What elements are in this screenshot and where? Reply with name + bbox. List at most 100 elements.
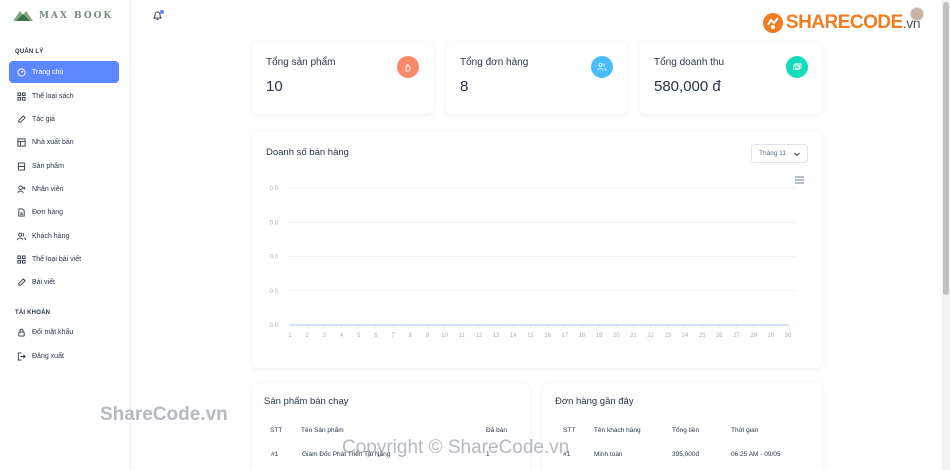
sidebar-item-publishers[interactable]: Nhà xuất bản bbox=[9, 131, 119, 153]
page-scrollbar[interactable] bbox=[942, 0, 950, 470]
sidebar-item-label: Trang chủ bbox=[32, 68, 64, 76]
x-tick-label: 15 bbox=[527, 333, 534, 339]
sidebar-item-home[interactable]: Trang chủ bbox=[9, 61, 119, 83]
sidebar-item-label: Sản phẩm bbox=[32, 162, 64, 170]
pencil-icon bbox=[16, 114, 26, 124]
sidebar-item-authors[interactable]: Tác giả bbox=[9, 108, 119, 130]
x-tick-label: 19 bbox=[596, 333, 603, 339]
stat-title: Tổng sản phẩm bbox=[266, 57, 336, 68]
x-tick-label: 4 bbox=[340, 333, 344, 339]
brand-name: SHARECODE bbox=[785, 12, 903, 33]
sales-line-chart: 0.00.00.00.00.01 2 3 4 5 6 7 8 9 10 11 12 13 14 15 16 17… bbox=[270, 186, 795, 339]
x-tick-label: 16 bbox=[544, 333, 551, 339]
book-logo-icon bbox=[13, 11, 33, 21]
logout-icon bbox=[16, 351, 26, 361]
sharecode-brand-logo: SHARECODE.vn bbox=[762, 12, 921, 34]
stat-value: 580,000 đ bbox=[654, 78, 721, 95]
stat-card-products: Tổng sản phẩm 10 bbox=[252, 42, 433, 114]
sidebar-item-label: Khách hàng bbox=[32, 232, 70, 240]
money-icon bbox=[786, 56, 808, 78]
sidebar-item-post-categories[interactable]: Thể loại bài viết bbox=[9, 248, 119, 270]
sidebar-item-label: Đổi mật khẩu bbox=[32, 328, 74, 336]
x-tick-label: 20 bbox=[613, 333, 620, 339]
y-tick-label: 0.0 bbox=[270, 289, 279, 295]
users-icon bbox=[591, 56, 613, 78]
x-tick-label: 17 bbox=[561, 333, 568, 339]
best-sellers-title: Sản phẩm bán chạy bbox=[264, 396, 349, 407]
sidebar-item-label: Nhân viên bbox=[32, 185, 64, 193]
sidebar-item-label: Nhà xuất bản bbox=[32, 138, 74, 146]
stat-card-orders: Tổng đơn hàng 8 bbox=[446, 42, 627, 114]
x-tick-label: 22 bbox=[647, 333, 654, 339]
x-tick-label: 3 bbox=[323, 333, 327, 339]
users-icon bbox=[16, 231, 26, 241]
sidebar-item-change-password[interactable]: Đổi mật khẩu bbox=[9, 321, 119, 343]
recent-orders-card: Đơn hàng gần đây STT Tên khách hàng Tổng… bbox=[543, 383, 822, 470]
watermark-copyright: Copyright © ShareCode.vn bbox=[342, 437, 570, 458]
x-tick-label: 25 bbox=[699, 333, 706, 339]
x-tick-label: 23 bbox=[664, 333, 671, 339]
stat-title: Tổng đơn hàng bbox=[460, 57, 529, 68]
sidebar-item-customers[interactable]: Khách hàng bbox=[9, 225, 119, 247]
grid-icon bbox=[16, 91, 26, 101]
column-header: Thời gian bbox=[731, 427, 759, 434]
x-tick-label: 29 bbox=[767, 333, 774, 339]
grid-icon bbox=[16, 254, 26, 264]
logo-text: MAX BOOK bbox=[39, 11, 114, 21]
stat-title: Tổng doanh thu bbox=[654, 57, 725, 68]
y-tick-label: 0.0 bbox=[270, 186, 279, 192]
x-tick-label: 2 bbox=[306, 333, 310, 339]
x-tick-label: 8 bbox=[409, 333, 413, 339]
box-icon bbox=[16, 161, 26, 171]
sidebar-item-book-categories[interactable]: Thể loại sách bbox=[9, 85, 119, 107]
stat-card-revenue: Tổng doanh thu 580,000 đ bbox=[640, 42, 822, 114]
column-header: STT bbox=[563, 427, 576, 434]
notification-bell[interactable] bbox=[152, 10, 164, 22]
table-icon bbox=[16, 137, 26, 147]
column-header: STT bbox=[270, 427, 283, 434]
x-tick-label: 28 bbox=[750, 333, 757, 339]
y-tick-label: 0.0 bbox=[270, 323, 279, 329]
table-cell: Minh toàn bbox=[594, 451, 623, 458]
logo[interactable]: MAX BOOK bbox=[12, 8, 113, 24]
y-tick-label: 0.0 bbox=[270, 220, 279, 226]
x-tick-label: 9 bbox=[426, 333, 430, 339]
table-cell: 06:25 AM - 09/05 bbox=[731, 451, 781, 458]
notification-dot bbox=[160, 10, 164, 14]
sidebar-item-label: Thể loại bài viết bbox=[32, 255, 82, 263]
sidebar-item-label: Đơn hàng bbox=[32, 208, 64, 216]
user-plus-icon bbox=[16, 184, 26, 194]
stat-value: 10 bbox=[266, 78, 283, 95]
sidebar: MAX BOOK QUẢN LÝ Trang chủ Thể loại sách… bbox=[0, 0, 131, 470]
x-tick-label: 12 bbox=[476, 333, 483, 339]
sidebar-item-logout[interactable]: Đăng xuất bbox=[9, 345, 119, 367]
x-tick-label: 5 bbox=[357, 333, 361, 339]
section-manage-label: QUẢN LÝ bbox=[15, 49, 44, 55]
sidebar-item-staff[interactable]: Nhân viên bbox=[9, 178, 119, 200]
sidebar-item-orders[interactable]: Đơn hàng bbox=[9, 201, 119, 223]
table-cell: #1 bbox=[271, 451, 279, 458]
stat-value: 8 bbox=[460, 78, 469, 95]
x-tick-label: 26 bbox=[716, 333, 723, 339]
section-account-label: TÀI KHOẢN bbox=[15, 310, 51, 316]
avatar[interactable] bbox=[910, 7, 924, 21]
document-icon bbox=[16, 207, 26, 217]
column-header: Tổng tiền bbox=[672, 427, 700, 434]
sharecode-mark-icon bbox=[762, 13, 783, 33]
table-cell: 395,000đ bbox=[672, 451, 700, 458]
pencil-icon bbox=[16, 277, 26, 287]
x-tick-label: 27 bbox=[733, 333, 740, 339]
sales-chart-card: Doanh số bán hàng Tháng 11 0.0 0.0 0.0 0.0 0… bbox=[252, 131, 822, 368]
x-tick-label: 14 bbox=[510, 333, 517, 339]
x-tick-label: 1 bbox=[288, 333, 292, 339]
sidebar-item-products[interactable]: Sản phẩm bbox=[9, 155, 119, 177]
sidebar-item-posts[interactable]: Bài viết bbox=[9, 271, 119, 293]
dashboard-icon bbox=[16, 67, 26, 77]
x-tick-label: 7 bbox=[391, 333, 395, 339]
x-tick-label: 30 bbox=[785, 333, 792, 339]
column-header: Tên khách hàng bbox=[594, 427, 641, 434]
x-tick-label: 13 bbox=[493, 333, 500, 339]
x-tick-label: 10 bbox=[441, 333, 448, 339]
sidebar-item-label: Tác giả bbox=[32, 115, 55, 123]
scrollbar-thumb[interactable] bbox=[943, 2, 949, 295]
